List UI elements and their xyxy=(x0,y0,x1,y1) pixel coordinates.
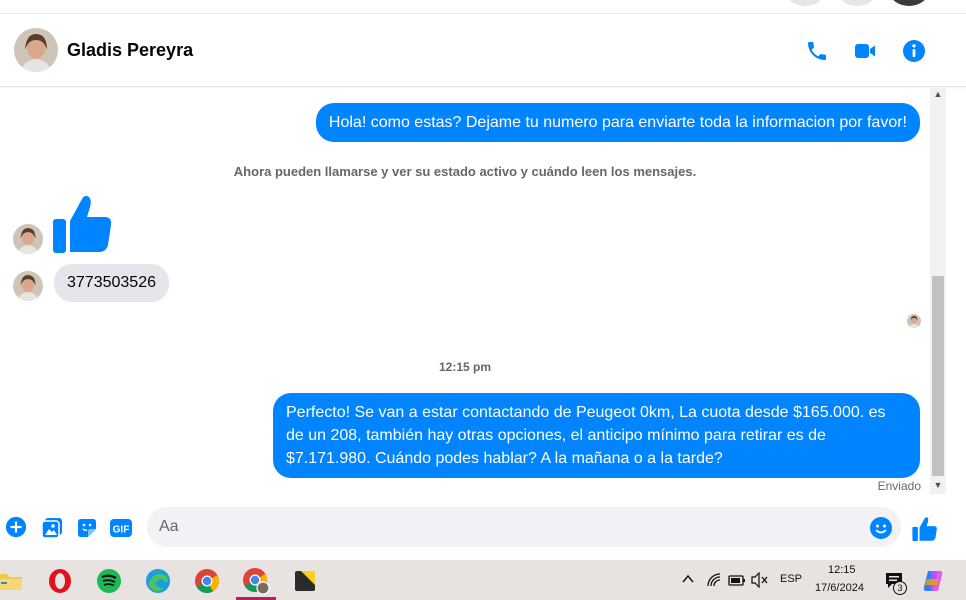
message-input[interactable] xyxy=(147,507,901,547)
sent-status: Enviado xyxy=(877,479,921,493)
wifi-icon[interactable] xyxy=(707,573,723,587)
contact-avatar[interactable] xyxy=(14,28,58,72)
outgoing-message[interactable]: Perfecto! Se van a estar contactando de … xyxy=(273,393,920,478)
composer: GIF xyxy=(0,500,966,556)
photo-icon[interactable] xyxy=(40,516,64,540)
clock-time[interactable]: 12:15 xyxy=(828,564,856,576)
profile-avatar[interactable] xyxy=(890,0,928,6)
input-language[interactable]: ESP xyxy=(780,573,802,585)
outgoing-message[interactable]: Hola! como estas? Dejame tu numero para … xyxy=(315,103,920,142)
message-line: de un 208, también hay otras opciones, e… xyxy=(286,427,826,444)
top-button[interactable] xyxy=(838,0,876,6)
scroll-up-arrow-icon[interactable]: ▲ xyxy=(933,89,943,99)
system-message: Ahora pueden llamarse y ver su estado ac… xyxy=(233,164,697,179)
message-line: Perfecto! Se van a estar contactando de … xyxy=(286,404,886,421)
scroll-down-arrow-icon[interactable]: ▼ xyxy=(933,480,943,490)
contact-avatar-small xyxy=(13,224,43,254)
chrome-icon[interactable] xyxy=(187,564,227,598)
scrollbar-thumb[interactable] xyxy=(932,276,944,476)
notification-count-badge: 3 xyxy=(893,581,907,595)
opera-icon[interactable] xyxy=(40,564,80,598)
message-line: $7.171.980. Cuándo podes hablar? A la ma… xyxy=(286,450,723,467)
chrome-profile-icon[interactable] xyxy=(236,564,276,600)
windows-taskbar: ESP 12:15 17/6/2024 3 xyxy=(0,560,966,600)
video-camera-icon[interactable] xyxy=(853,39,877,63)
info-icon[interactable] xyxy=(902,39,926,63)
volume-muted-icon[interactable] xyxy=(751,571,769,589)
chat-scrollbar[interactable]: ▲ ▼ xyxy=(930,88,946,494)
gif-label: GIF xyxy=(113,525,130,536)
top-button[interactable] xyxy=(786,0,824,6)
emoji-icon[interactable] xyxy=(869,516,893,540)
phone-icon[interactable] xyxy=(805,39,829,63)
thumbs-up-sticker-icon[interactable] xyxy=(52,193,114,255)
chevron-up-icon[interactable] xyxy=(681,572,695,586)
top-strip xyxy=(0,0,966,14)
battery-icon[interactable] xyxy=(728,573,746,587)
chat-header: Gladis Pereyra xyxy=(0,15,966,87)
clock-date[interactable]: 17/6/2024 xyxy=(815,582,864,594)
file-explorer-icon[interactable] xyxy=(0,564,30,598)
thumbs-up-send-icon[interactable] xyxy=(912,516,937,542)
copilot-icon[interactable] xyxy=(921,569,945,593)
message-timestamp: 12:15 pm xyxy=(438,360,492,374)
edge-icon[interactable] xyxy=(138,564,178,598)
contact-avatar-small xyxy=(13,271,43,301)
gif-icon[interactable]: GIF xyxy=(109,516,133,540)
spotify-icon[interactable] xyxy=(89,564,129,598)
contact-name[interactable]: Gladis Pereyra xyxy=(67,40,193,61)
read-receipt-avatar xyxy=(907,314,921,328)
incoming-message[interactable]: 3773503526 xyxy=(54,264,169,302)
sticker-icon[interactable] xyxy=(75,516,99,540)
message-list[interactable]: Hola! como estas? Dejame tu numero para … xyxy=(0,88,930,496)
sticky-notes-icon[interactable] xyxy=(285,564,325,598)
plus-circle-icon[interactable] xyxy=(5,516,29,540)
